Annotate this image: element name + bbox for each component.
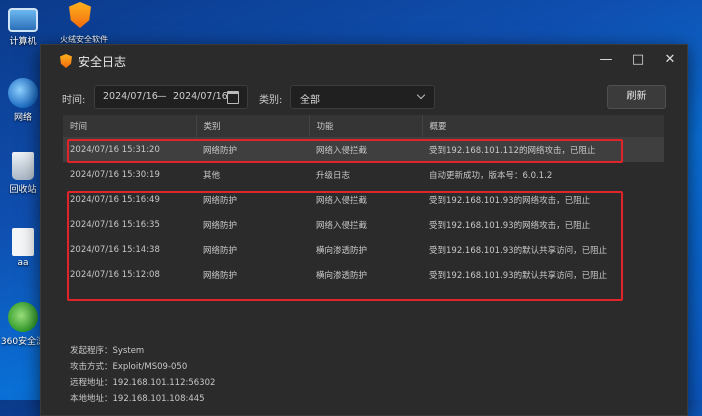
table-row[interactable]: 2024/07/16 15:30:19 其他 升级日志 自动更新成功，版本号：6… <box>63 162 664 187</box>
close-button[interactable]: ✕ <box>661 51 679 69</box>
cell-time: 2024/07/16 15:16:49 <box>70 194 160 205</box>
table-row[interactable]: 2024/07/16 15:14:38 网络防护 横向渗透防护 受到192.16… <box>63 237 664 262</box>
cell-function: 横向渗透防护 <box>316 270 368 281</box>
detail-line: 远程地址：192.168.101.112:56302 <box>70 378 216 388</box>
date-start: 2024/07/16 <box>103 91 158 102</box>
cell-time: 2024/07/16 15:16:35 <box>70 219 160 230</box>
cell-time: 2024/07/16 15:12:08 <box>70 269 160 280</box>
cell-summary: 受到192.168.101.93的网络攻击，已阻止 <box>429 195 591 206</box>
table-row[interactable]: 2024/07/16 15:31:20 网络防护 网络入侵拦截 受到192.16… <box>63 137 664 162</box>
time-label: 时间: <box>62 95 86 106</box>
category-select[interactable]: 全部 <box>290 85 435 109</box>
minimize-button[interactable]: — <box>597 51 615 69</box>
table-row[interactable]: 2024/07/16 15:16:35 网络防护 网络入侵拦截 受到192.16… <box>63 212 664 237</box>
category-label: 类别: <box>259 95 283 106</box>
recycle-bin-icon <box>12 152 34 180</box>
detail-line: 发起程序：System <box>70 346 145 356</box>
cell-summary: 受到192.168.101.93的默认共享访问，已阻止 <box>429 245 608 256</box>
maximize-button[interactable]: □ <box>629 51 647 69</box>
column-header-summary[interactable]: 概要 <box>422 115 664 137</box>
detail-panel: 发起程序：System 攻击方式：Exploit/MS09-050 远程地址：1… <box>70 343 215 407</box>
cell-summary: 自动更新成功，版本号：6.0.1.2 <box>429 170 553 181</box>
column-header-time[interactable]: 时间 <box>63 115 197 137</box>
column-header-category[interactable]: 类别 <box>196 115 310 137</box>
cell-category: 网络防护 <box>203 220 238 231</box>
title-bar[interactable]: 安全日志 — □ ✕ <box>41 45 687 77</box>
cell-summary: 受到192.168.101.93的网络攻击，已阻止 <box>429 220 591 231</box>
column-header-function[interactable]: 功能 <box>309 115 423 137</box>
window-title: 安全日志 <box>78 54 127 69</box>
date-end: 2024/07/16 <box>173 91 228 102</box>
table-header-row: 时间 类别 功能 概要 <box>63 115 664 137</box>
cell-category: 其他 <box>203 170 221 181</box>
detail-line: 本地地址：192.168.101.108:445 <box>70 394 205 404</box>
cell-summary: 受到192.168.101.112的网络攻击，已阻止 <box>422 137 664 162</box>
shield-icon <box>69 2 91 28</box>
cell-function: 网络入侵拦截 <box>309 137 422 162</box>
shield-logo-icon <box>60 54 72 68</box>
cell-time: 2024/07/16 15:31:20 <box>63 137 196 162</box>
detail-line: 攻击方式：Exploit/MS09-050 <box>70 362 188 372</box>
cell-category: 网络防护 <box>203 270 238 281</box>
refresh-button[interactable]: 刷新 <box>607 85 666 109</box>
cell-category: 网络防护 <box>203 245 238 256</box>
browser-360-icon <box>8 302 38 332</box>
table-row[interactable]: 2024/07/16 15:12:08 网络防护 横向渗透防护 受到192.16… <box>63 262 664 287</box>
cell-summary: 受到192.168.101.93的默认共享访问，已阻止 <box>429 270 608 281</box>
desktop-icon-computer[interactable]: 计算机 <box>0 4 46 47</box>
log-table: 时间 类别 功能 概要 2024/07/16 15:31:20 网络防护 网络入… <box>63 115 664 287</box>
file-icon <box>12 228 34 256</box>
cell-function: 横向渗透防护 <box>316 245 368 256</box>
date-separator: — <box>157 91 167 102</box>
table-row[interactable]: 2024/07/16 15:16:49 网络防护 网络入侵拦截 受到192.16… <box>63 187 664 212</box>
cell-time: 2024/07/16 15:30:19 <box>70 169 160 180</box>
date-range-picker[interactable]: 2024/07/16 — 2024/07/16 <box>94 85 248 109</box>
filter-bar: 时间: 2024/07/16 — 2024/07/16 类别: 全部 刷新 <box>41 85 687 109</box>
cell-function: 网络入侵拦截 <box>316 195 368 206</box>
computer-icon <box>8 8 38 32</box>
calendar-icon[interactable] <box>227 91 239 104</box>
cell-function: 升级日志 <box>316 170 351 181</box>
category-value: 全部 <box>300 95 320 106</box>
security-log-window: 安全日志 — □ ✕ 时间: 2024/07/16 — 2024/07/16 类… <box>40 44 688 416</box>
cell-function: 网络入侵拦截 <box>316 220 368 231</box>
cell-category: 网络防护 <box>196 137 309 162</box>
cell-time: 2024/07/16 15:14:38 <box>70 244 160 255</box>
cell-category: 网络防护 <box>203 195 238 206</box>
desktop-icon-huorong[interactable]: 火绒安全软件 <box>60 2 108 45</box>
network-icon <box>8 78 38 108</box>
chevron-down-icon <box>416 90 426 100</box>
